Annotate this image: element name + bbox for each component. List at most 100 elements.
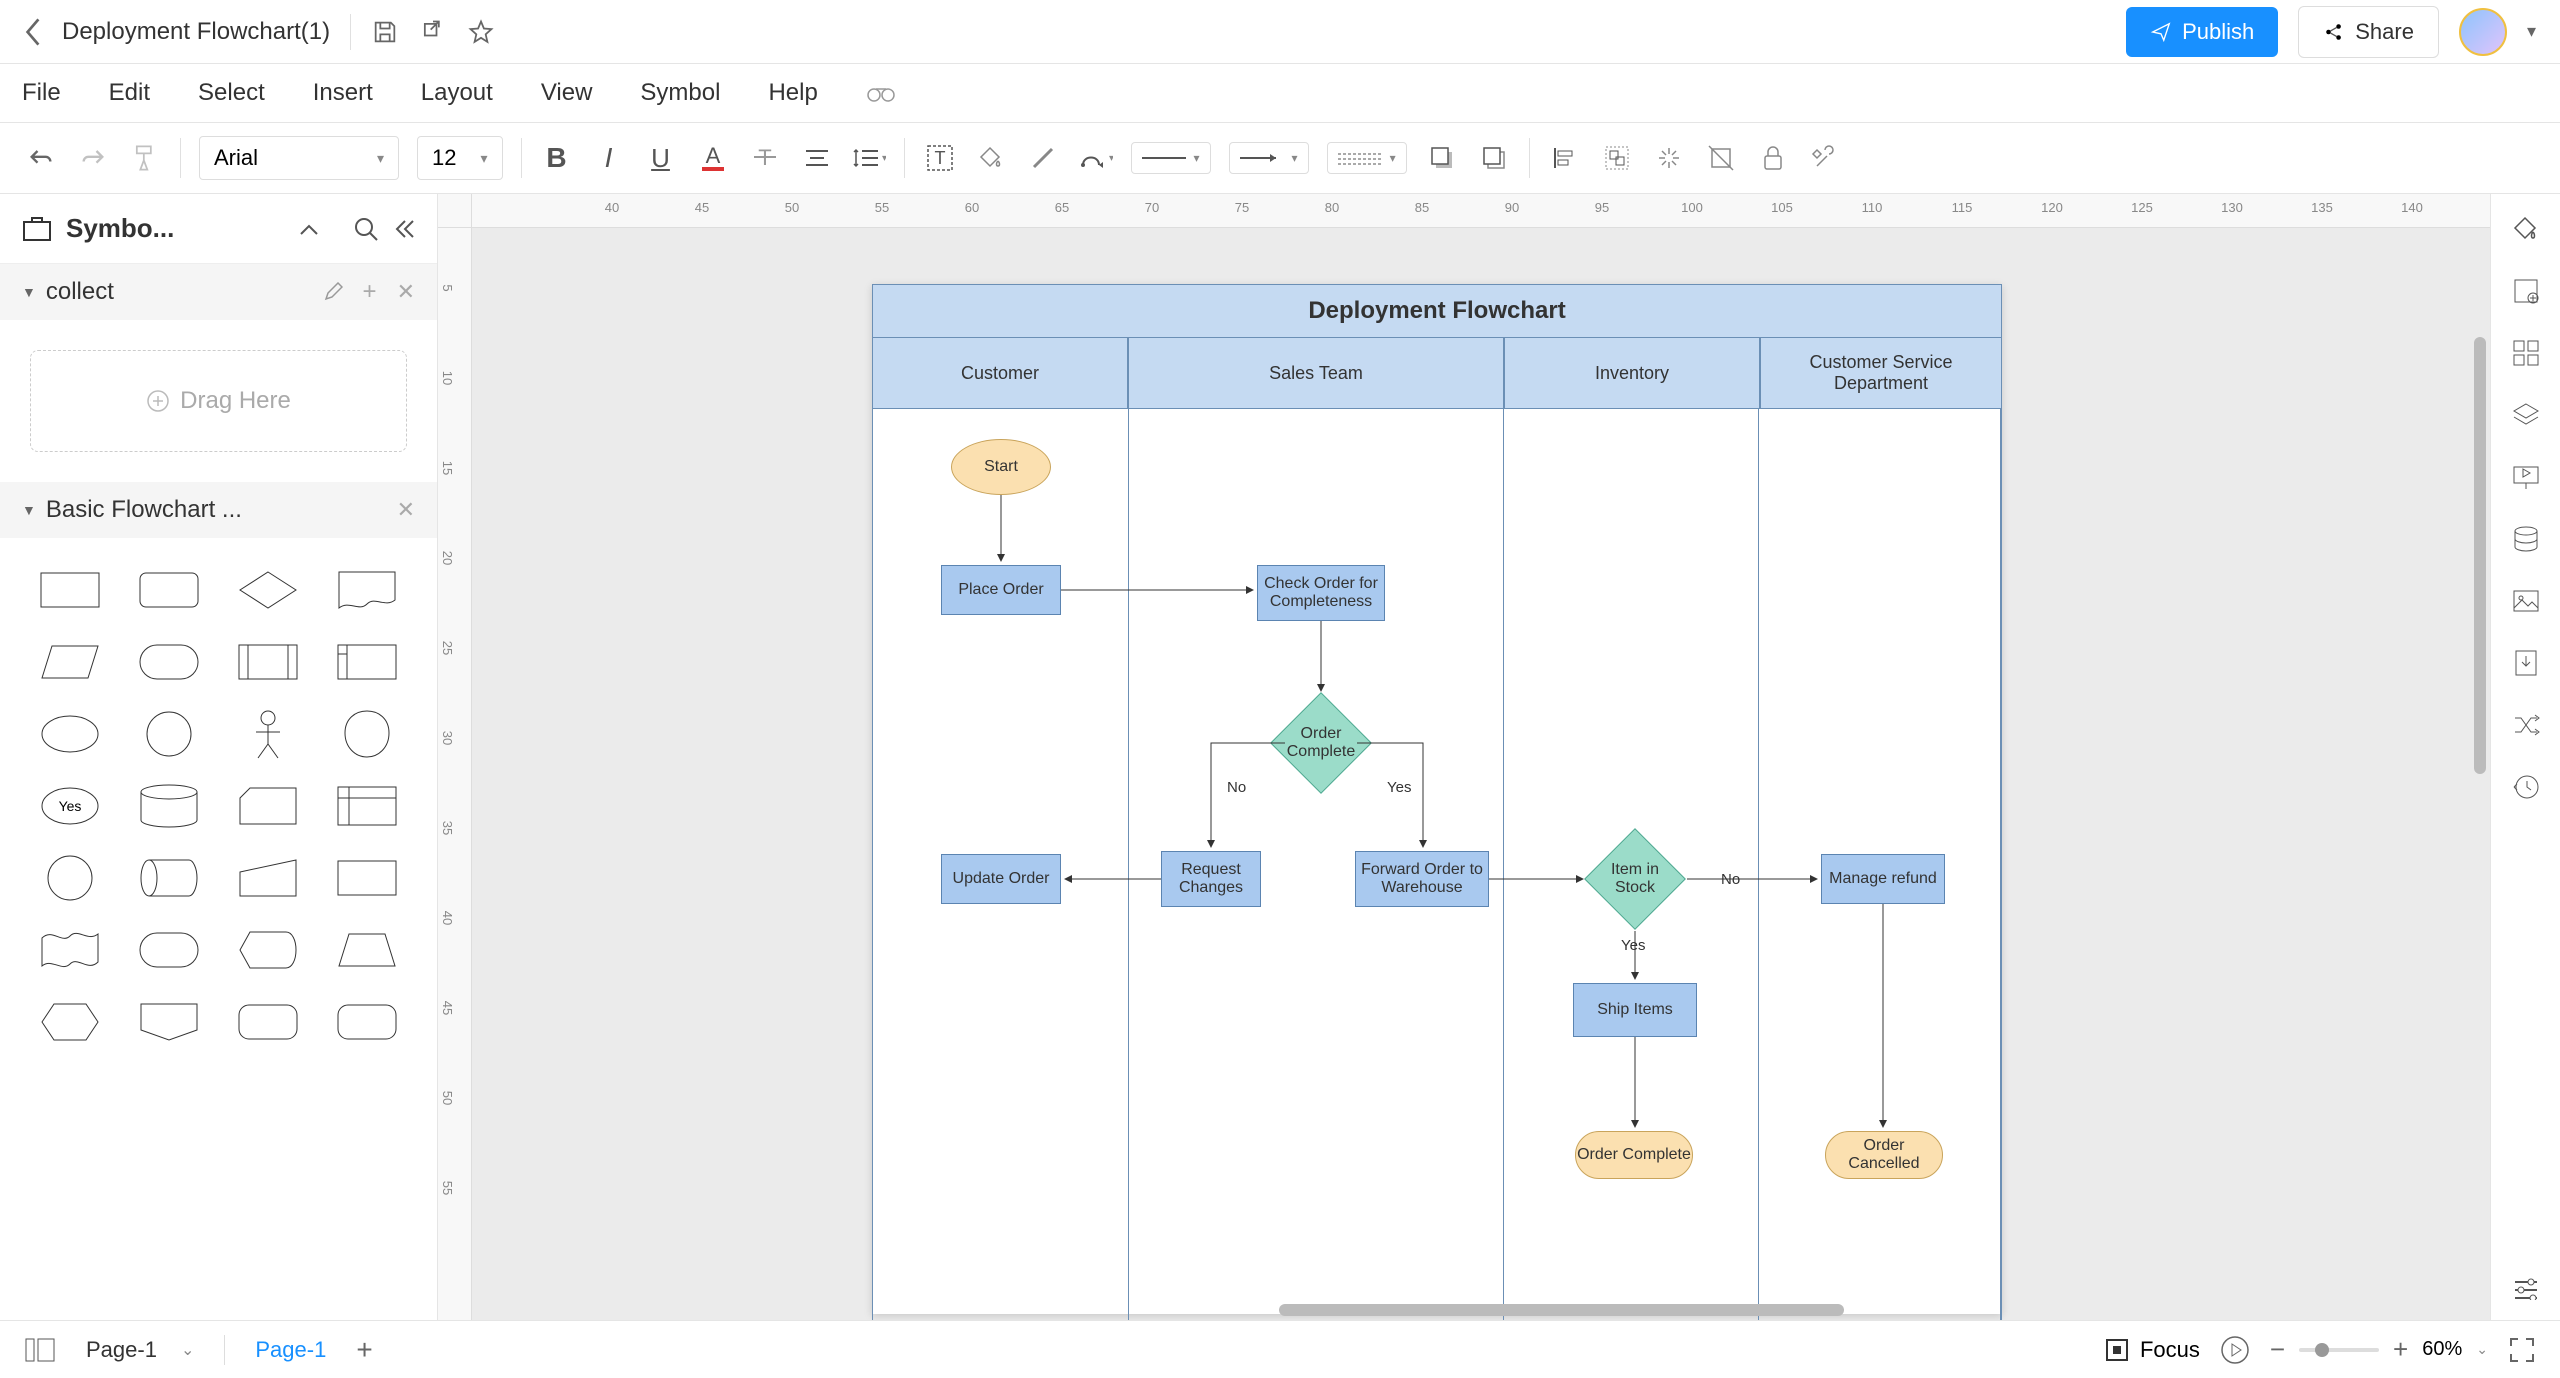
underline-icon[interactable]: U (644, 138, 678, 178)
shape-document[interactable] (326, 562, 409, 618)
shape-offpage[interactable] (127, 994, 210, 1050)
play-icon[interactable] (2220, 1335, 2250, 1365)
layers-panel-icon[interactable] (2511, 400, 2541, 430)
shape-parallelogram[interactable] (28, 634, 111, 690)
save-icon[interactable] (371, 18, 399, 46)
shape-circle[interactable] (127, 706, 210, 762)
shape-rounded-rect[interactable] (127, 562, 210, 618)
lane-header-csd[interactable]: Customer Service Department (1760, 338, 2002, 409)
italic-icon[interactable]: I (592, 138, 626, 178)
menu-help[interactable]: Help (768, 79, 817, 107)
shape-ellipse[interactable] (28, 706, 111, 762)
shape-hexagon[interactable] (28, 994, 111, 1050)
zoom-value[interactable]: 60% (2422, 1338, 2462, 1361)
shape-diamond[interactable] (227, 562, 310, 618)
share-button[interactable]: Share (2298, 6, 2439, 58)
history-icon[interactable] (2511, 772, 2541, 802)
shape-yes-ellipse[interactable]: Yes (28, 778, 111, 834)
menu-view[interactable]: View (541, 79, 593, 107)
layers-icon[interactable] (1477, 138, 1511, 178)
tools-icon[interactable] (1808, 138, 1842, 178)
line-color-icon[interactable] (1027, 138, 1061, 178)
export-icon[interactable] (419, 18, 447, 46)
focus-button[interactable]: Focus (2104, 1337, 2200, 1363)
shape-rounded2[interactable] (326, 994, 409, 1050)
collect-section-header[interactable]: ▼ collect + ✕ (0, 264, 437, 320)
menu-edit[interactable]: Edit (109, 79, 150, 107)
export-panel-icon[interactable] (2511, 648, 2541, 678)
menu-symbol[interactable]: Symbol (640, 79, 720, 107)
add-icon[interactable]: + (363, 278, 377, 306)
lane-header-customer[interactable]: Customer (872, 338, 1128, 409)
menu-layout[interactable]: Layout (421, 79, 493, 107)
publish-button[interactable]: Publish (2126, 7, 2278, 57)
shape-table[interactable] (326, 778, 409, 834)
shape-internal-storage[interactable] (326, 634, 409, 690)
align-icon[interactable] (800, 138, 834, 178)
add-page-icon[interactable]: + (356, 1334, 372, 1366)
close-icon[interactable]: ✕ (397, 497, 415, 523)
lane-header-sales[interactable]: Sales Team (1128, 338, 1504, 409)
font-color-icon[interactable]: A (696, 138, 730, 178)
fill-icon[interactable] (975, 138, 1009, 178)
zoom-out-icon[interactable]: − (2270, 1334, 2285, 1365)
canvas-scroll[interactable]: Deployment Flowchart Customer Sales Team… (472, 228, 2490, 1320)
node-order-cancelled[interactable]: Order Cancelled (1825, 1131, 1943, 1179)
line-weight-select[interactable]: ▾ (1327, 142, 1407, 174)
drag-here-zone[interactable]: Drag Here (30, 350, 407, 452)
page-tab[interactable]: Page-1 (245, 1331, 336, 1369)
presentation-icon[interactable] (2511, 462, 2541, 492)
shape-manual-input[interactable] (227, 850, 310, 906)
node-forward-order[interactable]: Forward Order to Warehouse (1355, 851, 1489, 907)
zoom-in-icon[interactable]: + (2393, 1334, 2408, 1365)
close-icon[interactable]: ✕ (397, 279, 415, 305)
shape-card[interactable] (227, 778, 310, 834)
collapse-icon[interactable] (299, 222, 319, 236)
shape-rounded[interactable] (227, 994, 310, 1050)
text-box-icon[interactable]: T (923, 138, 957, 178)
crop-icon[interactable] (1704, 138, 1738, 178)
node-update-order[interactable]: Update Order (941, 854, 1061, 904)
shape-pill[interactable] (127, 634, 210, 690)
menu-file[interactable]: File (22, 79, 61, 107)
database-icon[interactable] (2511, 524, 2541, 554)
shape-circle2[interactable] (28, 850, 111, 906)
canvas[interactable]: 40 45 50 55 60 65 70 75 80 85 90 95 100 … (438, 194, 2490, 1320)
shape-cylinder[interactable] (127, 778, 210, 834)
back-icon[interactable] (24, 17, 42, 47)
diagram-title[interactable]: Deployment Flowchart (872, 284, 2002, 338)
shape-rectangle[interactable] (28, 562, 111, 618)
node-ship-items[interactable]: Ship Items (1573, 983, 1697, 1037)
shape-trapezoid[interactable] (326, 922, 409, 978)
shape-wave[interactable] (28, 922, 111, 978)
grid-icon[interactable] (2511, 338, 2541, 368)
node-request-changes[interactable]: Request Changes (1161, 851, 1261, 907)
shape-display[interactable] (227, 922, 310, 978)
font-select[interactable]: Arial▾ (199, 136, 399, 180)
search-icon[interactable] (353, 216, 379, 242)
basic-flowchart-header[interactable]: ▼ Basic Flowchart ... ✕ (0, 482, 437, 538)
node-order-complete-end[interactable]: Order Complete (1575, 1131, 1693, 1179)
fontsize-select[interactable]: 12▾ (417, 136, 503, 180)
redo-icon[interactable] (76, 138, 110, 178)
strikethrough-icon[interactable]: T (748, 138, 782, 178)
menu-select[interactable]: Select (198, 79, 265, 107)
node-check-order[interactable]: Check Order for Completeness (1257, 565, 1385, 621)
fullscreen-icon[interactable] (2508, 1336, 2536, 1364)
star-icon[interactable] (467, 18, 495, 46)
node-start[interactable]: Start (951, 439, 1051, 495)
line-spacing-icon[interactable]: ▾ (852, 138, 886, 178)
shape-stadium[interactable] (127, 922, 210, 978)
shuffle-icon[interactable] (2511, 710, 2541, 740)
library-icon[interactable] (22, 216, 52, 242)
connector-icon[interactable]: ▾ (1079, 138, 1113, 178)
group-icon[interactable] (1600, 138, 1634, 178)
shadow-icon[interactable] (1425, 138, 1459, 178)
arrow-style-select[interactable]: ▾ (1229, 142, 1309, 174)
menu-insert[interactable]: Insert (313, 79, 373, 107)
shape-cylinder-h[interactable] (127, 850, 210, 906)
page-selector[interactable]: Page-1⌄ (76, 1331, 204, 1369)
shape-blob[interactable] (326, 706, 409, 762)
avatar-dropdown-icon[interactable]: ▾ (2527, 21, 2536, 42)
image-icon[interactable] (2511, 586, 2541, 616)
